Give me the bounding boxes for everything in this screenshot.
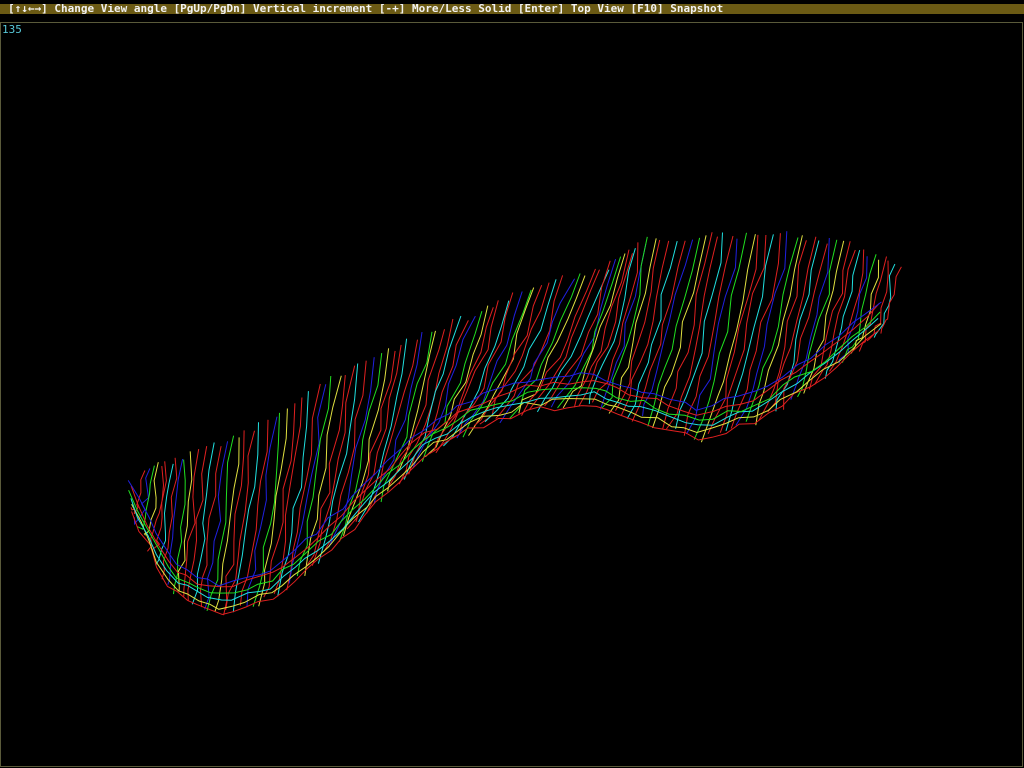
terrain-wire-line: [588, 248, 636, 404]
terrain-wire-line: [338, 353, 383, 542]
terrain-wire-line: [355, 344, 402, 522]
terrain-wire-line: [484, 279, 557, 423]
terrain-floor-line: [128, 311, 881, 594]
terrain-viewer-screen: [↑↓←→] Change View angle [PgUp/PgDn] Ver…: [0, 0, 1024, 768]
terrain-wire-line: [177, 451, 193, 592]
terrain-wire-line: [380, 331, 433, 503]
terrain-wire-line: [232, 422, 259, 613]
terrain-floor-line: [127, 301, 882, 587]
wireframe-terrain-icon[interactable]: [0, 0, 1024, 768]
terrain-wire-line: [783, 243, 828, 410]
terrain-wire-line: [223, 430, 245, 616]
terrain-floor-line: [131, 323, 882, 610]
terrain-wire-line: [263, 403, 296, 598]
terrain-wire-line: [631, 240, 686, 422]
